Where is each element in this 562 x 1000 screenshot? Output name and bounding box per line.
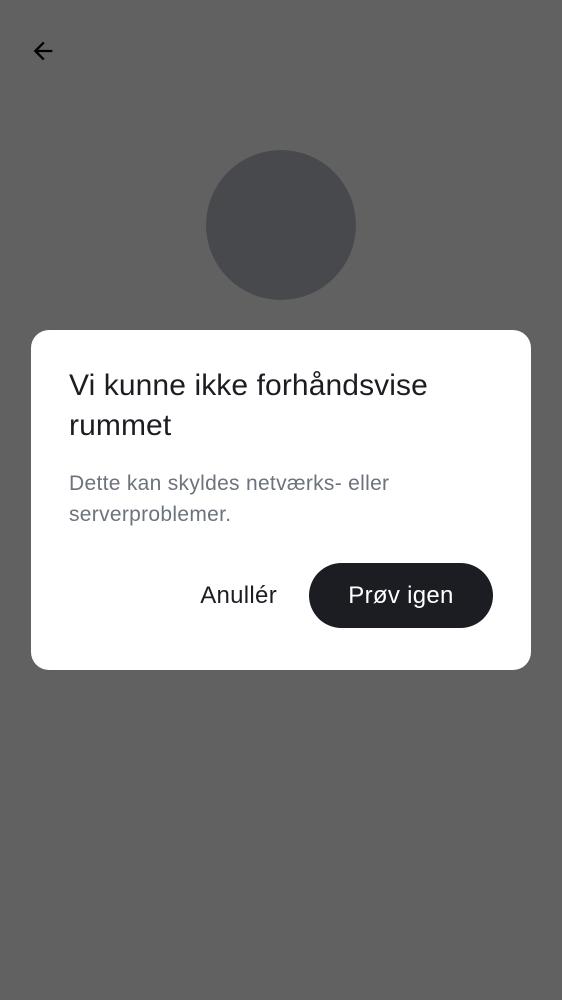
retry-button[interactable]: Prøv igen (309, 563, 493, 628)
room-preview-screen: Vi kunne ikke forhåndsvise rummet Dette … (0, 0, 562, 1000)
dialog-message: Dette kan skyldes netværks- eller server… (69, 472, 390, 526)
cancel-button[interactable]: Anullér (168, 563, 309, 628)
dialog-title: Vi kunne ikke forhåndsvise rummet (69, 369, 428, 442)
error-dialog: Vi kunne ikke forhåndsvise rummet Dette … (31, 330, 531, 670)
dialog-actions: Anullér Prøv igen (168, 563, 493, 628)
